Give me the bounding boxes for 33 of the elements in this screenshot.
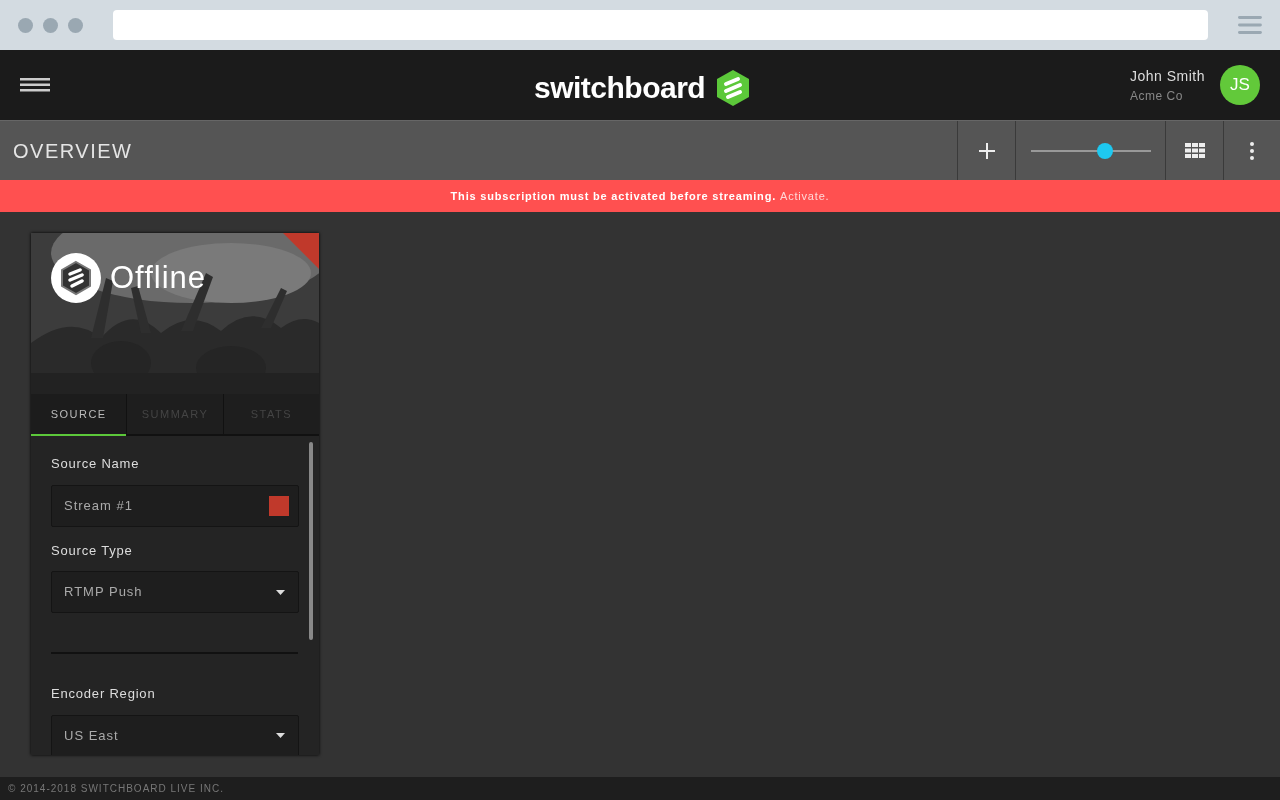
banner-message: This subscription must be activated before streaming. <box>450 188 776 204</box>
field-label: Encoder Region <box>51 685 157 703</box>
select-field[interactable]: RTMP Push <box>51 571 299 613</box>
user-name: John Smith <box>1129 66 1205 86</box>
color-swatch[interactable] <box>269 495 289 516</box>
window-button[interactable] <box>18 17 33 33</box>
caret-icon <box>276 589 285 595</box>
logo-icon <box>51 253 101 303</box>
stream-status: Offline <box>110 258 207 297</box>
window-button[interactable] <box>42 17 58 33</box>
company-name: Acme Co <box>1129 87 1184 105</box>
caret-icon <box>276 733 285 738</box>
copyright-text: © 2014-2018 SWITCHBOARD LIVE INC. <box>8 782 224 796</box>
menu-icon[interactable] <box>20 77 50 93</box>
field-label: Source Name <box>51 455 141 473</box>
more-icon <box>1250 141 1254 160</box>
page-title: OVERVIEW <box>13 138 133 164</box>
select-field[interactable]: US East <box>51 714 299 755</box>
text-field[interactable]: Stream #1 <box>51 484 299 527</box>
field-value: Stream #1 <box>64 496 134 515</box>
grid-icon <box>1184 143 1205 158</box>
field-value: RTMP Push <box>64 583 144 602</box>
field-value: US East <box>64 726 120 745</box>
logo-text: switchboard <box>534 70 706 106</box>
slider-thumb[interactable] <box>1096 142 1113 159</box>
zoom-slider[interactable] <box>1030 142 1151 159</box>
status-corner-icon <box>283 233 319 269</box>
logo-icon <box>715 68 752 107</box>
address-bar[interactable] <box>112 10 1209 40</box>
field-label: Source Type <box>51 541 134 560</box>
add-icon <box>977 141 996 160</box>
window-button[interactable] <box>67 17 83 33</box>
scrollbar[interactable] <box>309 442 313 640</box>
